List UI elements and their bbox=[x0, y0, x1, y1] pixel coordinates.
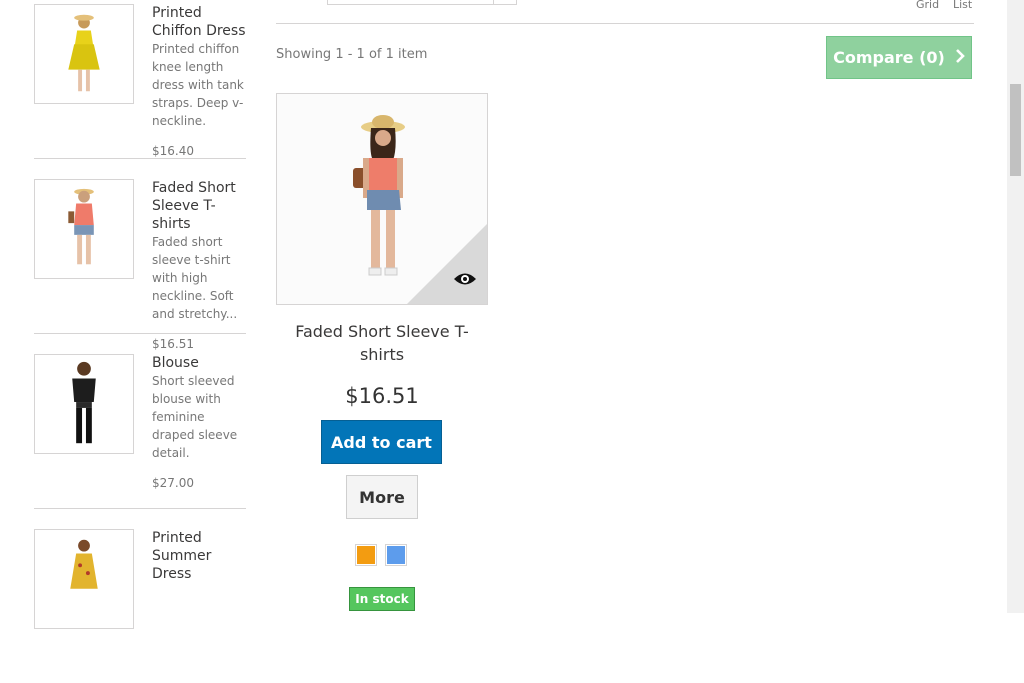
sidebar-product-desc: Short sleeved blouse with feminine drape… bbox=[152, 374, 238, 460]
product-name[interactable]: Faded Short Sleeve T-shirts bbox=[276, 320, 488, 366]
product-thumbnail[interactable] bbox=[34, 529, 134, 629]
add-to-cart-button[interactable]: Add to cart bbox=[321, 420, 442, 464]
compare-button[interactable]: Compare (0) bbox=[826, 36, 972, 79]
product-thumbnail[interactable] bbox=[34, 4, 134, 104]
vertical-scrollbar[interactable] bbox=[1007, 0, 1024, 613]
sidebar-product-price: $16.40 bbox=[152, 144, 194, 158]
sort-select[interactable] bbox=[327, 0, 517, 5]
chevron-right-icon bbox=[955, 47, 965, 68]
sidebar-product: Printed Chiffon Dress Printed chiffon kn… bbox=[34, 0, 246, 159]
product-thumbnail[interactable] bbox=[34, 179, 134, 279]
sidebar-product-desc: Faded short sleeve t-shirt with high nec… bbox=[152, 235, 238, 321]
view-list-toggle[interactable]: List bbox=[953, 0, 972, 11]
sidebar-product: Blouse Short sleeved blouse with feminin… bbox=[34, 334, 246, 509]
scrollbar-thumb[interactable] bbox=[1010, 84, 1021, 176]
sidebar-product-price: $27.00 bbox=[152, 476, 194, 490]
sidebar-product-name[interactable]: Printed Summer Dress bbox=[152, 529, 248, 583]
product-count-text: Showing 1 - 1 of 1 item bbox=[276, 47, 428, 62]
compare-label: Compare (0) bbox=[833, 48, 945, 67]
color-swatch-orange[interactable] bbox=[355, 544, 377, 566]
product-thumbnail[interactable] bbox=[34, 354, 134, 454]
product-price: $16.51 bbox=[345, 384, 419, 408]
product-image[interactable] bbox=[276, 93, 488, 305]
divider bbox=[276, 23, 974, 24]
more-button[interactable]: More bbox=[346, 475, 418, 519]
sidebar-product-name[interactable]: Faded Short Sleeve T-shirts bbox=[152, 179, 248, 233]
sidebar-product: Printed Summer Dress bbox=[34, 509, 246, 683]
sidebar-product: Faded Short Sleeve T-shirts Faded short … bbox=[34, 159, 248, 351]
quick-view-button[interactable] bbox=[407, 224, 487, 304]
color-swatch-blue[interactable] bbox=[385, 544, 407, 566]
select-arrow[interactable] bbox=[493, 0, 516, 4]
view-grid-toggle[interactable]: Grid bbox=[916, 0, 939, 11]
sidebar-product-name[interactable]: Printed Chiffon Dress bbox=[152, 4, 248, 40]
sidebar-product-name[interactable]: Blouse bbox=[152, 354, 248, 372]
sidebar-product-desc: Printed chiffon knee length dress with t… bbox=[152, 42, 244, 128]
stock-badge: In stock bbox=[349, 587, 415, 611]
sidebar-product-list: Printed Chiffon Dress Printed chiffon kn… bbox=[34, 0, 246, 683]
